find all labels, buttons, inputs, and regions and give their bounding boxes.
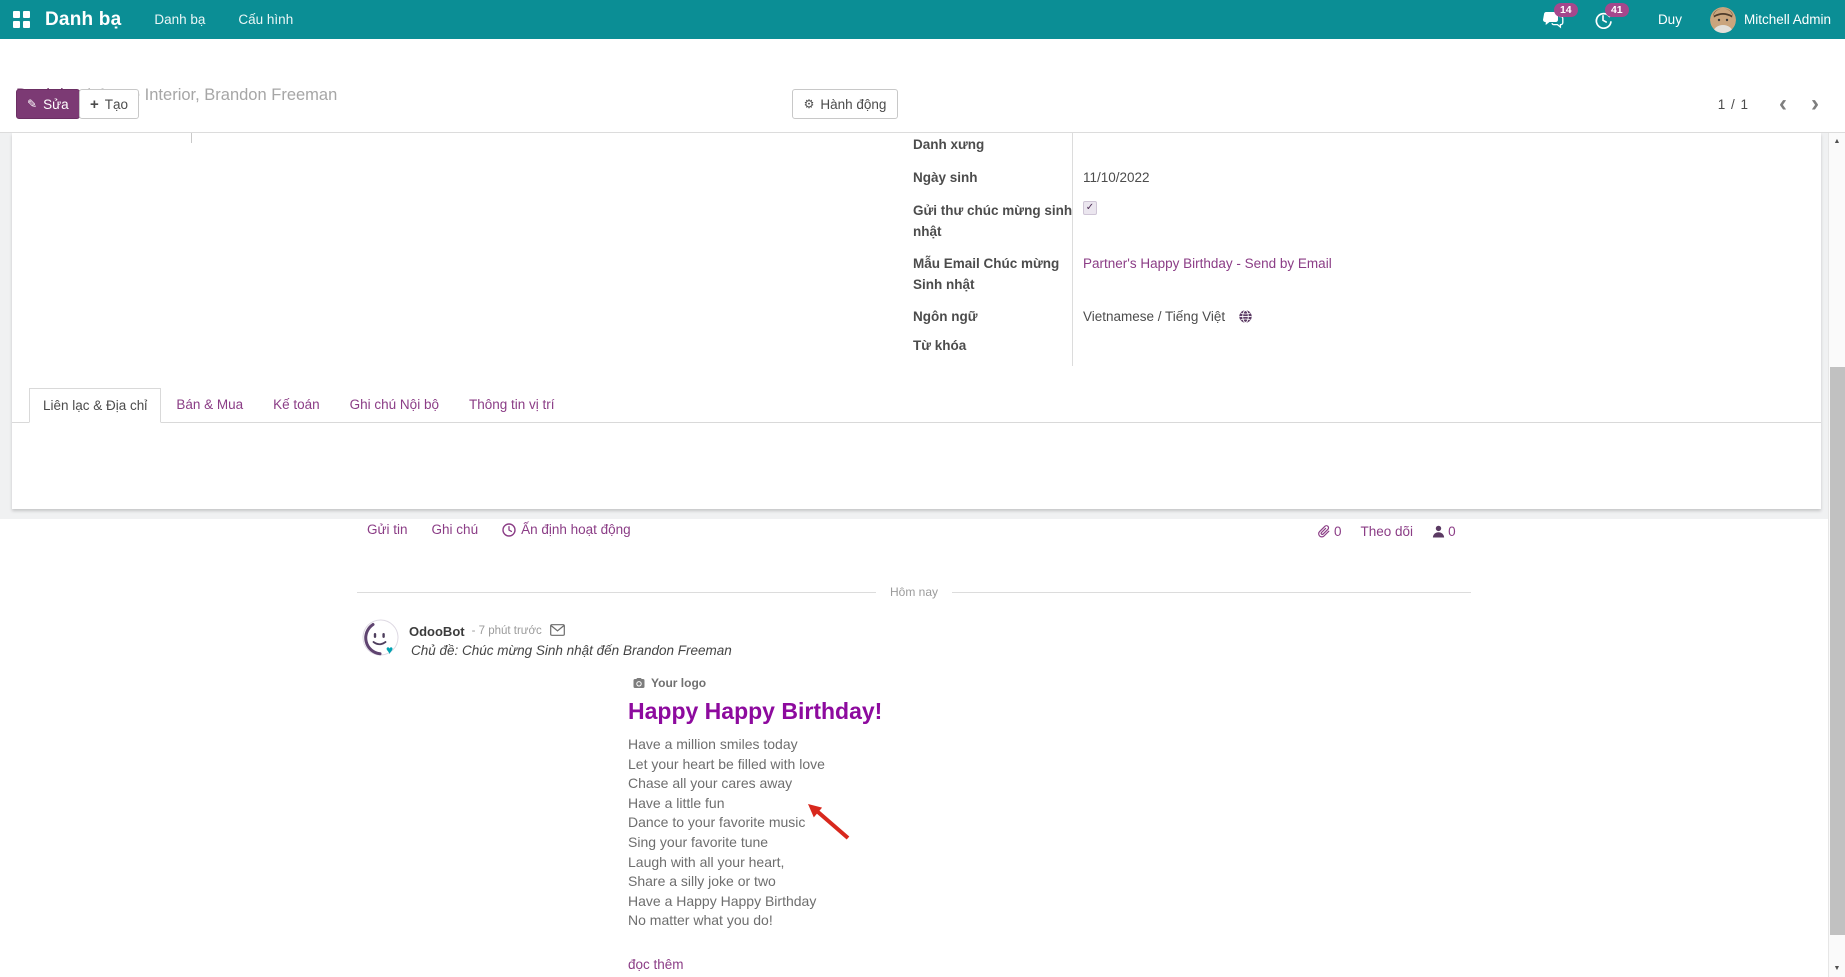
- chatter-topbar: Gửi tin Ghi chú Ấn định hoạt động: [367, 522, 655, 537]
- pager: 1 / 1 ‹ ›: [1718, 89, 1845, 119]
- attachments-count: 0: [1334, 524, 1342, 539]
- notebook-tabs: Liên lạc & Địa chỉ Bán & Mua Kế toán Ghi…: [12, 388, 1821, 423]
- birthdate-value: 11/10/2022: [1083, 167, 1150, 188]
- messages-badge: 14: [1554, 3, 1578, 17]
- followers-button[interactable]: 0: [1432, 524, 1456, 539]
- date-divider: Hôm nay: [357, 585, 1471, 599]
- field-label-title: Danh xưng: [913, 134, 1073, 155]
- pager-next-button[interactable]: ›: [1799, 91, 1831, 117]
- poem-line: Have a little fun: [628, 794, 1188, 814]
- clock-icon: [502, 523, 516, 537]
- email-logo: Your logo: [633, 676, 1188, 690]
- gear-icon: ⚙: [804, 97, 815, 111]
- check-icon: ✓: [1086, 203, 1094, 213]
- poem-line: Have a million smiles today: [628, 735, 1188, 755]
- field-label-language: Ngôn ngữ: [913, 306, 1073, 327]
- vertical-scrollbar[interactable]: ▲ ▼: [1828, 133, 1845, 977]
- paperclip-icon: [1318, 525, 1331, 539]
- attachments-button[interactable]: 0: [1318, 524, 1342, 539]
- language-value: Vietnamese / Tiếng Việt: [1083, 306, 1252, 329]
- image-icon: [633, 678, 645, 689]
- poem-line: No matter what you do!: [628, 911, 1188, 931]
- poem-line: Sing your favorite tune: [628, 833, 1188, 853]
- control-panel: Danh bạ/Azure Interior, Brandon Freeman …: [0, 39, 1845, 133]
- poem-line: Share a silly joke or two: [628, 872, 1188, 892]
- user-menu[interactable]: Mitchell Admin: [1744, 12, 1831, 27]
- app-title[interactable]: Danh bạ: [45, 9, 121, 31]
- tab-sales-purchase[interactable]: Bán & Mua: [161, 388, 258, 422]
- email-poem: Have a million smiles today Let your hea…: [628, 735, 1188, 931]
- apps-grid-icon: [13, 11, 20, 18]
- send-message-button[interactable]: Gửi tin: [367, 522, 408, 537]
- chatter-tools: 0 Theo dõi 0: [1318, 524, 1456, 539]
- schedule-activity-button[interactable]: Ấn định hoạt động: [502, 522, 631, 537]
- heart-icon: ♥: [386, 643, 393, 657]
- read-more-link[interactable]: đọc thêm: [628, 957, 684, 972]
- action-button[interactable]: ⚙ Hành động: [792, 89, 898, 119]
- poem-line: Dance to your favorite music: [628, 813, 1188, 833]
- followers-count: 0: [1448, 524, 1456, 539]
- scrollbar-down-button[interactable]: ▼: [1829, 965, 1845, 972]
- pager-value: 1 / 1: [1718, 97, 1749, 112]
- tab-partner-assignment[interactable]: Thông tin vị trí: [454, 388, 570, 422]
- edit-button[interactable]: ✎ Sửa: [16, 89, 80, 119]
- odoobot-avatar: ♥: [362, 619, 399, 656]
- menu-configuration[interactable]: Cấu hình: [238, 12, 293, 27]
- tab-internal-notes[interactable]: Ghi chú Nội bộ: [335, 388, 454, 422]
- follow-button[interactable]: Theo dõi: [1361, 524, 1414, 539]
- column-separator-tick: [191, 133, 192, 143]
- message-time: - 7 phút trước: [472, 625, 542, 637]
- tab-contact-address[interactable]: Liên lạc & Địa chỉ: [29, 388, 161, 423]
- messages-button[interactable]: 14: [1543, 11, 1564, 29]
- email-heading: Happy Happy Birthday!: [628, 699, 1188, 723]
- message-header: OdooBot - 7 phút trước: [409, 621, 565, 641]
- menu-contacts[interactable]: Danh bạ: [154, 12, 205, 27]
- email-body: Your logo Happy Happy Birthday! Have a m…: [628, 676, 1188, 974]
- company-switcher[interactable]: Duy: [1658, 12, 1682, 27]
- pencil-icon: ✎: [27, 97, 37, 111]
- poem-line: Chase all your cares away: [628, 774, 1188, 794]
- scrollbar-up-button[interactable]: ▲: [1829, 138, 1845, 145]
- create-button[interactable]: + Tạo: [79, 89, 139, 119]
- top-navbar: Danh bạ Danh bạ Cấu hình 14 41 Duy: [0, 0, 1845, 39]
- poem-line: Let your heart be filled with love: [628, 755, 1188, 775]
- scrollbar-thumb[interactable]: [1830, 367, 1845, 935]
- field-label-birthday-template: Mẫu Email Chúc mừng Sinh nhật: [913, 253, 1073, 295]
- chatter: Gửi tin Ghi chú Ấn định hoạt động 0 Theo…: [0, 519, 1828, 977]
- activities-button[interactable]: 41: [1594, 11, 1612, 29]
- navbar-right: 14 41 Duy Mitchell Admin: [1543, 7, 1845, 33]
- message-subject: Chủ đề: Chúc mừng Sinh nhật đến Brandon …: [411, 643, 732, 658]
- email-envelope-icon: [550, 623, 565, 641]
- apps-menu-button[interactable]: [13, 11, 31, 29]
- birthday-mail-checkbox[interactable]: ✓: [1083, 201, 1097, 215]
- log-note-button[interactable]: Ghi chú: [432, 522, 479, 537]
- person-icon: [1432, 525, 1445, 538]
- message-author[interactable]: OdooBot: [409, 624, 465, 639]
- plus-icon: +: [90, 96, 99, 113]
- poem-line: Laugh with all your heart,: [628, 853, 1188, 873]
- tab-accounting[interactable]: Kế toán: [258, 388, 335, 422]
- pager-prev-button[interactable]: ‹: [1767, 91, 1799, 117]
- activities-badge: 41: [1605, 3, 1629, 17]
- globe-icon: [1239, 308, 1252, 329]
- user-avatar[interactable]: [1710, 7, 1736, 33]
- field-label-birthdate: Ngày sinh: [913, 167, 1073, 188]
- field-label-tags: Từ khóa: [913, 335, 1073, 356]
- birthday-template-link[interactable]: Partner's Happy Birthday - Send by Email: [1083, 253, 1332, 274]
- field-label-birthday-mail: Gửi thư chúc mừng sinh nhật: [913, 200, 1073, 242]
- poem-line: Have a Happy Happy Birthday: [628, 892, 1188, 912]
